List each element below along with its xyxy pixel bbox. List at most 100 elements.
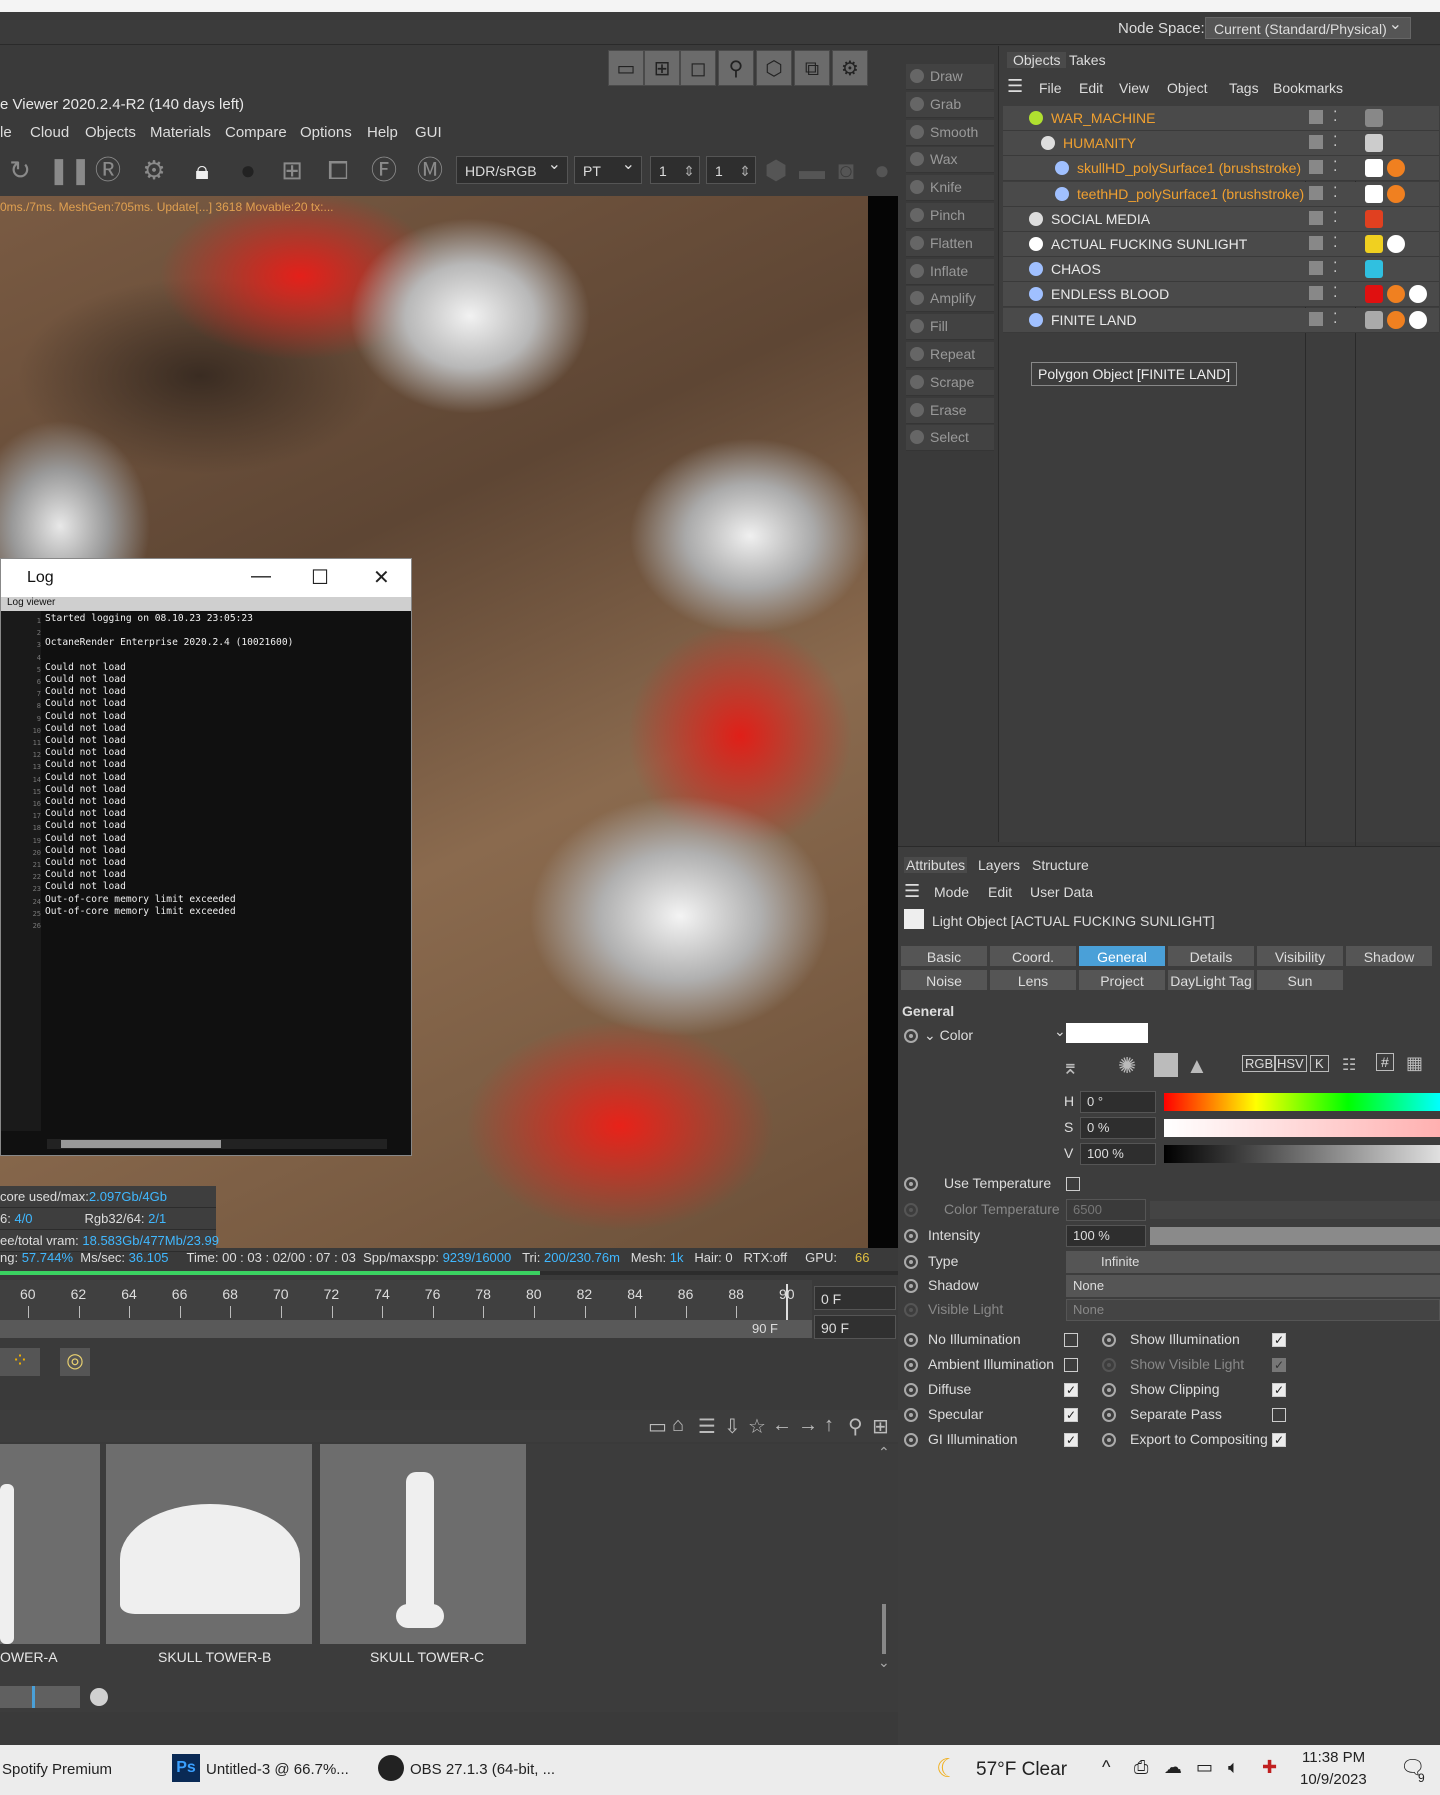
filter-icon[interactable]: ☰ <box>698 1414 716 1439</box>
left-checkbox[interactable] <box>1064 1333 1078 1347</box>
clock-date[interactable]: 10/9/2023 <box>1300 1771 1367 1788</box>
home-icon[interactable]: ⌂ <box>672 1414 684 1437</box>
attr-menu-edit[interactable]: Edit <box>988 884 1012 900</box>
forward-arrow-icon[interactable]: → <box>798 1414 818 1437</box>
timeline-playhead[interactable] <box>786 1284 788 1320</box>
scroll-down-icon[interactable]: ⌄ <box>878 1654 890 1671</box>
minimize-panel-icon[interactable]: ▭ <box>648 1414 667 1439</box>
objmenu-bookmarks[interactable]: Bookmarks <box>1273 80 1343 96</box>
prop-tab-noise[interactable]: Noise <box>900 969 988 991</box>
prop-tab-details[interactable]: Details <box>1167 945 1255 967</box>
brush-smooth[interactable]: Smooth <box>906 119 994 146</box>
render-view-icon[interactable]: ⊞ <box>644 50 680 86</box>
download-icon[interactable]: ⇩ <box>724 1414 741 1439</box>
color-expand-icon[interactable]: ⌄ <box>1054 1023 1066 1040</box>
spin-field-2[interactable]: 1 <box>706 156 756 185</box>
timeline-range-bar[interactable]: 90 F <box>0 1320 812 1338</box>
prop-tab-shadow[interactable]: Shadow <box>1345 945 1433 967</box>
cube-icon[interactable]: ◻ <box>680 50 716 86</box>
color-wheel-icon[interactable]: ✺ <box>1118 1053 1136 1079</box>
prop-tab-visibility[interactable]: Visibility <box>1256 945 1344 967</box>
visibility-dots-icon[interactable]: ⁚ <box>1333 184 1337 201</box>
h-field[interactable]: 0 ° <box>1080 1091 1156 1113</box>
maximize-icon[interactable]: ☐ <box>311 565 329 590</box>
object-row[interactable]: FINITE LAND ⁚ <box>1003 307 1439 333</box>
brush-flatten[interactable]: Flatten <box>906 230 994 257</box>
layer-icon[interactable] <box>1309 135 1323 150</box>
objmenu-file[interactable]: File <box>1039 80 1062 96</box>
mode-k[interactable]: K <box>1310 1055 1329 1072</box>
menu-objects[interactable]: Objects <box>85 124 136 141</box>
v-slider[interactable] <box>1164 1145 1440 1163</box>
search-icon[interactable]: ⚲ <box>848 1414 863 1439</box>
left-check-radio[interactable] <box>904 1433 918 1447</box>
tab-structure[interactable]: Structure <box>1032 857 1089 873</box>
use-temperature-checkbox[interactable] <box>1066 1177 1080 1191</box>
tag-icon[interactable] <box>1387 310 1405 329</box>
prop-tab-daylighttag[interactable]: DayLight Tag <box>1167 969 1255 991</box>
taskbar-obs[interactable]: OBS 27.1.3 (64-bit, ... <box>410 1761 555 1778</box>
timeline-end-field[interactable]: 90 F <box>814 1315 896 1339</box>
clock-time[interactable]: 11:38 PM <box>1302 1749 1365 1766</box>
color-swatch[interactable] <box>1066 1023 1148 1043</box>
object-row[interactable]: WAR_MACHINE ⁚ <box>1003 106 1439 131</box>
tag-icon[interactable] <box>1365 260 1383 279</box>
tag-icon[interactable] <box>1365 109 1383 127</box>
tag-icon[interactable] <box>1365 235 1383 253</box>
brush-grab[interactable]: Grab <box>906 91 994 118</box>
asset-thumb-b[interactable] <box>106 1444 312 1644</box>
timeline-start-field[interactable]: 0 F <box>814 1286 896 1310</box>
brush-select[interactable]: Select <box>906 425 994 452</box>
tray-app-icon[interactable]: ✚ <box>1262 1757 1277 1778</box>
tray-volume-icon[interactable]: 🔈︎ <box>1228 1757 1239 1778</box>
color-gradient-icon[interactable] <box>1154 1053 1178 1077</box>
object-row[interactable]: teethHD_polySurface1 (brushstroke) ⁚ <box>1003 181 1439 207</box>
hamburger-icon[interactable]: ☰ <box>1007 76 1023 97</box>
taskbar-photoshop[interactable]: Untitled-3 @ 66.7%... <box>206 1761 349 1778</box>
object-name[interactable]: HUMANITY <box>1063 135 1136 151</box>
objmenu-tags[interactable]: Tags <box>1229 80 1259 96</box>
hexagon-icon[interactable]: ⬢ <box>760 154 792 186</box>
spin-field-1[interactable]: 1 <box>650 156 700 185</box>
log-scroll-thumb[interactable] <box>61 1140 221 1148</box>
object-name[interactable]: ENDLESS BLOOD <box>1051 286 1169 302</box>
brush-scrape[interactable]: Scrape <box>906 369 994 396</box>
region-add-icon[interactable]: ⊞ <box>276 154 308 186</box>
log-titlebar[interactable]: Log — ☐ ✕ <box>1 559 411 597</box>
tag-icon[interactable] <box>1387 184 1405 203</box>
prop-tab-coord[interactable]: Coord. <box>989 945 1077 967</box>
brush-pinch[interactable]: Pinch <box>906 203 994 229</box>
brush-repeat[interactable]: Repeat <box>906 342 994 368</box>
menu-cloud[interactable]: Cloud <box>30 124 69 141</box>
grid-dots-icon[interactable]: ⁘ <box>0 1348 40 1376</box>
brush-inflate[interactable]: Inflate <box>906 258 994 285</box>
menu-help[interactable]: Help <box>367 124 398 141</box>
intensity-slider[interactable] <box>1150 1227 1440 1245</box>
brush-fill[interactable]: Fill <box>906 314 994 341</box>
object-row[interactable]: skullHD_polySurface1 (brushstroke) ⁚ <box>1003 156 1439 182</box>
settings-gear-icon[interactable]: ⚙ <box>138 154 170 186</box>
right-check-radio[interactable] <box>1102 1433 1116 1447</box>
prop-tab-lens[interactable]: Lens <box>989 969 1077 991</box>
visibility-dots-icon[interactable]: ⁚ <box>1333 158 1337 175</box>
layer-icon[interactable] <box>1309 236 1323 250</box>
visibility-dots-icon[interactable]: ⁚ <box>1333 234 1337 251</box>
intensity-field[interactable]: 100 % <box>1066 1225 1146 1247</box>
right-checkbox[interactable]: ✓ <box>1272 1433 1286 1447</box>
object-row[interactable]: CHAOS ⁚ <box>1003 257 1439 283</box>
object-name[interactable]: FINITE LAND <box>1051 312 1137 328</box>
focus-icon[interactable]: Ⓕ <box>368 154 400 186</box>
right-check-radio[interactable] <box>1102 1333 1116 1347</box>
left-check-radio[interactable] <box>904 1333 918 1347</box>
prop-tab-basic[interactable]: Basic <box>900 945 988 967</box>
brush-erase[interactable]: Erase <box>906 397 994 424</box>
tag-icon[interactable] <box>1365 134 1383 153</box>
h-slider[interactable] <box>1164 1093 1440 1111</box>
scroll-up-icon[interactable]: ⌃ <box>878 1444 890 1461</box>
camera-icon[interactable]: ◙ <box>830 154 862 186</box>
right-check-radio[interactable] <box>1102 1383 1116 1397</box>
photoshop-icon[interactable]: Ps <box>172 1754 200 1782</box>
picture-viewer-icon[interactable]: ⧉ <box>794 50 830 86</box>
left-check-radio[interactable] <box>904 1358 918 1372</box>
color-picker-eyedrop-icon[interactable]: ⌆ <box>1062 1055 1079 1080</box>
